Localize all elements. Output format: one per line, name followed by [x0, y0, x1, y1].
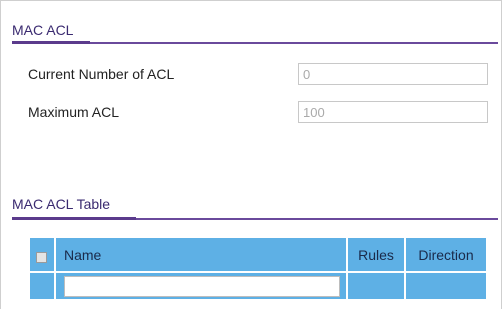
empty-cell: [30, 273, 54, 299]
direction-cell: [406, 273, 486, 299]
mac-acl-table: Name Rules Direction: [28, 236, 488, 301]
table-header-row: Name Rules Direction: [30, 238, 486, 271]
acl-name-input[interactable]: [64, 275, 340, 297]
maximum-acl-label: Maximum ACL: [28, 104, 120, 120]
column-header-rules[interactable]: Rules: [348, 238, 404, 271]
column-header-direction[interactable]: Direction: [406, 238, 486, 271]
section-divider-accent: [12, 41, 90, 44]
current-number-of-acl-field: [298, 63, 488, 85]
section-divider-accent: [12, 217, 136, 220]
column-header-name[interactable]: Name: [56, 238, 346, 271]
name-input-cell: [56, 273, 346, 299]
maximum-acl-field: [298, 101, 488, 123]
table-row: [30, 273, 486, 299]
rules-cell: [348, 273, 404, 299]
mac-acl-section-title: MAC ACL: [12, 22, 74, 38]
select-all-cell: [30, 238, 54, 271]
mac-acl-table-section-title: MAC ACL Table: [12, 196, 111, 212]
checkbox-icon[interactable]: [36, 251, 47, 263]
current-number-of-acl-label: Current Number of ACL: [28, 66, 175, 82]
